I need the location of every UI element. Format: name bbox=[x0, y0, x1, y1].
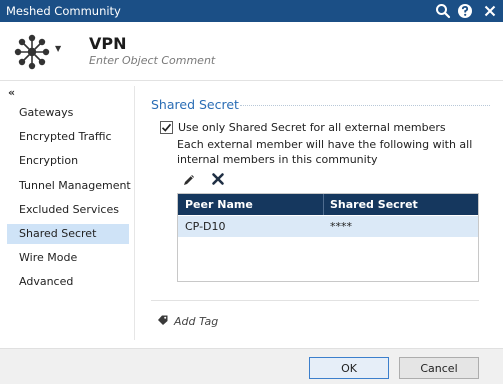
add-tag-link[interactable]: Add Tag bbox=[157, 314, 218, 329]
shared-secret-description: Each external member will have the follo… bbox=[177, 138, 473, 166]
window-title: Meshed Community bbox=[6, 4, 121, 18]
sidebar-item-encryption[interactable]: Encryption bbox=[7, 151, 129, 171]
edit-icon[interactable] bbox=[182, 173, 196, 187]
sidebar-item-encrypted-traffic[interactable]: Encrypted Traffic bbox=[7, 127, 129, 147]
shared-secret-cell: **** bbox=[330, 220, 352, 233]
ok-button[interactable]: OK bbox=[309, 357, 389, 379]
peer-name-cell: CP-D10 bbox=[185, 220, 226, 233]
sidebar-item-wire-mode[interactable]: Wire Mode bbox=[7, 248, 129, 268]
sidebar-divider bbox=[134, 86, 135, 340]
section-title: Shared Secret bbox=[151, 97, 239, 112]
sidebar-item-excluded-services[interactable]: Excluded Services bbox=[7, 200, 129, 220]
shared-secret-only-checkbox[interactable] bbox=[160, 120, 173, 134]
content-divider bbox=[151, 300, 479, 301]
sidebar-item-tunnel-management[interactable]: Tunnel Management bbox=[7, 176, 131, 196]
meshed-community-icon[interactable] bbox=[12, 32, 52, 72]
shared-secret-table: Peer Name Shared Secret CP-D10 **** bbox=[177, 193, 479, 282]
sidebar-item-gateways[interactable]: Gateways bbox=[7, 103, 129, 123]
cancel-button[interactable]: Cancel bbox=[399, 357, 479, 379]
remove-icon[interactable] bbox=[210, 171, 226, 187]
title-bar: Meshed Community bbox=[0, 0, 503, 22]
add-tag-label: Add Tag bbox=[174, 315, 219, 328]
close-icon[interactable] bbox=[481, 2, 499, 20]
table-row[interactable]: CP-D10 **** bbox=[178, 216, 478, 237]
sidebar-item-advanced[interactable]: Advanced bbox=[7, 272, 129, 292]
header-divider bbox=[0, 80, 503, 81]
section-divider bbox=[240, 105, 490, 106]
icon-menu-caret-icon[interactable]: ▼ bbox=[55, 44, 61, 53]
shared-secret-only-label: Use only Shared Secret for all external … bbox=[178, 120, 446, 134]
collapse-sidebar-icon[interactable]: « bbox=[8, 86, 15, 99]
object-name[interactable]: VPN bbox=[89, 34, 127, 53]
column-header-peer-name[interactable]: Peer Name bbox=[185, 198, 253, 211]
column-header-shared-secret[interactable]: Shared Secret bbox=[330, 198, 418, 211]
search-icon[interactable] bbox=[434, 2, 452, 20]
table-header: Peer Name Shared Secret bbox=[178, 194, 478, 215]
sidebar-item-shared-secret[interactable]: Shared Secret bbox=[7, 224, 129, 244]
tag-icon bbox=[157, 314, 169, 329]
shared-secret-only-checkbox-row[interactable]: Use only Shared Secret for all external … bbox=[160, 120, 446, 134]
help-icon[interactable] bbox=[456, 2, 474, 20]
object-comment-field[interactable]: Enter Object Comment bbox=[89, 54, 215, 67]
dialog-footer: OK Cancel bbox=[0, 348, 503, 384]
column-separator bbox=[323, 194, 324, 215]
